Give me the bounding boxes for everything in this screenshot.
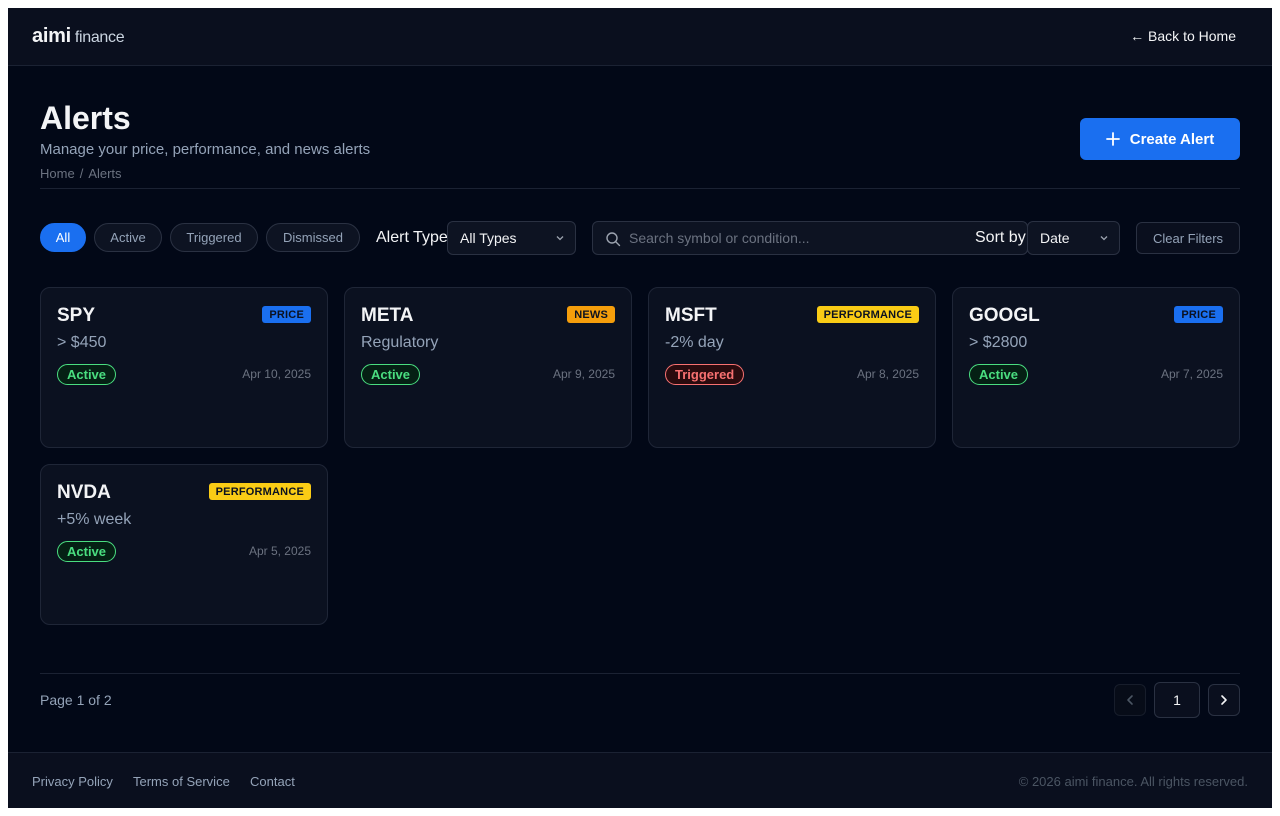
alert-condition: > $2800 [969,334,1028,351]
top-nav: aimi finance ← Back to Home [8,8,1272,66]
alert-date: Apr 7, 2025 [1160,367,1223,381]
alert-type-badge: PRICE [262,306,311,323]
alert-card[interactable]: NVDA PERFORMANCE +5% week Active Apr 5, … [40,464,328,625]
pagination-divider [40,673,1240,674]
alert-card[interactable]: SPY PRICE > $450 Active Apr 10, 2025 [40,287,328,448]
chevron-right-icon [1221,695,1227,705]
terms-of-service-link[interactable]: Terms of Service [133,774,230,789]
status-badge: Active [361,364,421,385]
sort-select[interactable]: Date [1027,221,1120,255]
alert-date: Apr 5, 2025 [248,544,311,558]
breadcrumb-separator: / [79,166,84,181]
create-alert-label: Create Alert [1129,130,1215,148]
filter-pill-dismissed[interactable]: Dismissed [266,223,360,252]
copyright: © 2026 aimi finance. All rights reserved… [1018,774,1248,789]
create-alert-button[interactable]: Create Alert [1080,118,1240,160]
alert-symbol: MSFT [665,305,717,326]
alert-date: Apr 10, 2025 [242,367,311,381]
alert-type-select[interactable]: All Types [447,221,576,255]
page-subtitle: Manage your price, performance, and news… [40,141,371,158]
logo[interactable]: aimi finance [32,25,125,48]
alert-type-badge: NEWS [567,306,615,323]
alert-type-badge: PERFORMANCE [208,483,311,500]
sort-value: Date [1040,230,1070,246]
alert-condition: Regulatory [361,334,439,351]
status-badge: Triggered [665,364,745,385]
header-divider [40,188,1240,189]
app-window: aimi finance ← Back to Home Alerts Manage… [8,8,1272,808]
alert-condition: > $450 [57,334,107,351]
page-info: Page 1 of 2 [40,692,112,708]
alert-card[interactable]: META NEWS Regulatory Active Apr 9, 2025 [344,287,632,448]
alert-date: Apr 9, 2025 [552,367,615,381]
alert-type-label: Alert Type [376,229,448,246]
search-icon [606,232,621,247]
plus-icon [1105,132,1120,146]
sort-by-label: Sort by [975,229,1026,246]
logo-sub: finance [74,29,125,46]
status-badge: Active [57,364,117,385]
alert-symbol: GOOGL [969,305,1040,326]
privacy-policy-link[interactable]: Privacy Policy [32,774,113,789]
alert-card[interactable]: MSFT PERFORMANCE -2% day Triggered Apr 8… [648,287,936,448]
breadcrumb-home[interactable]: Home [40,166,75,181]
search-input[interactable] [629,222,969,254]
contact-link[interactable]: Contact [250,774,295,789]
breadcrumb: Home / Alerts [40,166,122,181]
breadcrumb-current: Alerts [88,166,122,181]
next-page-button[interactable] [1208,684,1240,716]
back-to-home-link[interactable]: ← Back to Home [1130,28,1236,44]
filter-pill-all[interactable]: All [40,223,86,252]
chevron-down-icon [1100,236,1108,241]
filter-pill-triggered[interactable]: Triggered [170,223,258,252]
alert-card[interactable]: GOOGL PRICE > $2800 Active Apr 7, 2025 [952,287,1240,448]
page-title: Alerts [40,100,131,136]
alert-symbol: META [361,305,414,326]
chevron-down-icon [556,236,564,241]
alert-type-badge: PRICE [1174,306,1223,323]
search-field[interactable] [592,221,1028,255]
page-number-button[interactable]: 1 [1154,682,1200,718]
alert-type-badge: PERFORMANCE [816,306,919,323]
alert-date: Apr 8, 2025 [856,367,919,381]
status-badge: Active [969,364,1029,385]
alert-condition: +5% week [57,511,132,528]
alert-symbol: NVDA [57,482,111,503]
filter-pill-active[interactable]: Active [94,223,162,252]
footer: Privacy Policy Terms of Service Contact … [8,752,1272,808]
logo-brand: aimi [32,25,71,47]
status-badge: Active [57,541,117,562]
clear-filters-button[interactable]: Clear Filters [1136,222,1240,254]
alert-type-value: All Types [460,230,517,246]
prev-page-button[interactable] [1114,684,1146,716]
chevron-left-icon [1127,695,1133,705]
alert-symbol: SPY [57,305,96,326]
alert-condition: -2% day [665,334,724,351]
